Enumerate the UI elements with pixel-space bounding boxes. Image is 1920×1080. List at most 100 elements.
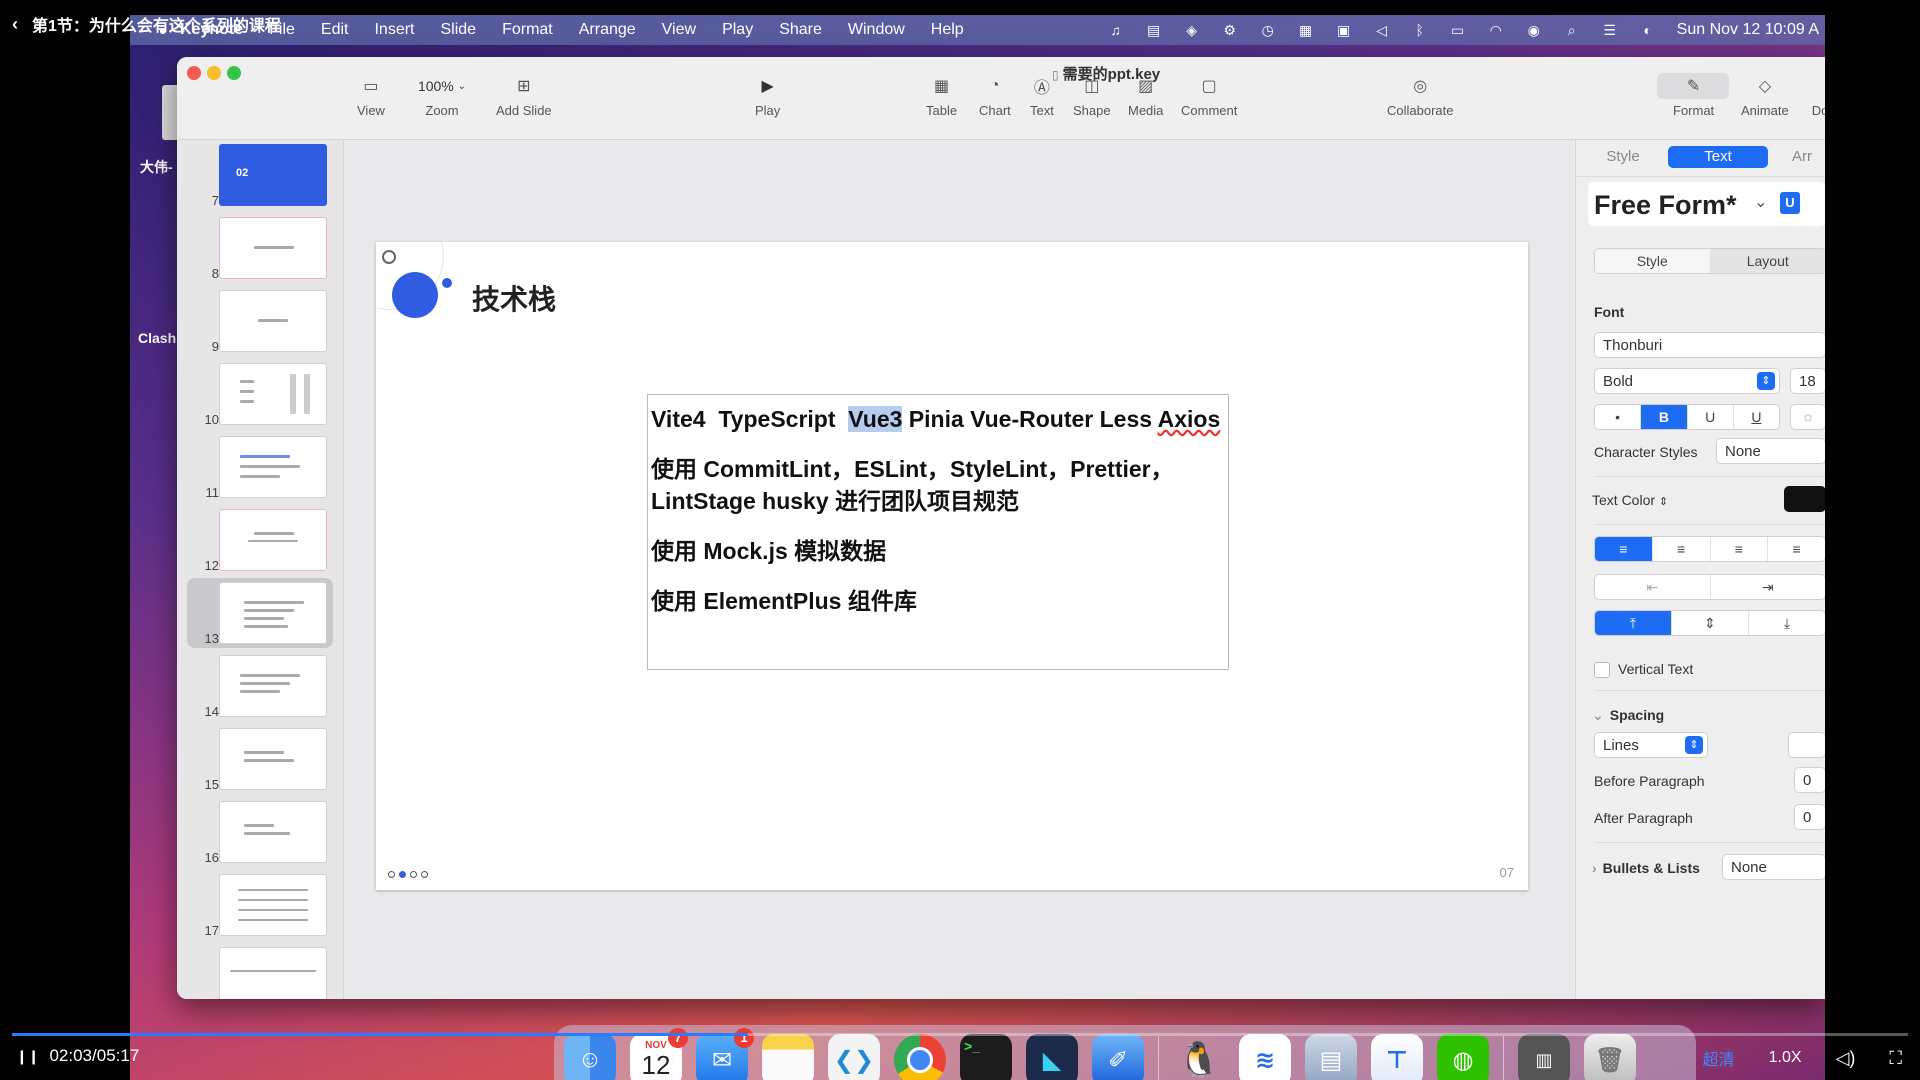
quality-button[interactable]: 超清 bbox=[1703, 1046, 1735, 1070]
slide-thumbnail-row[interactable]: 11 bbox=[177, 432, 343, 502]
clock-icon[interactable]: ◷ bbox=[1259, 22, 1277, 38]
menu-arrange[interactable]: Arrange bbox=[579, 21, 636, 39]
collaborate-button[interactable]: ◎ Collaborate bbox=[1387, 75, 1454, 118]
spacing-mode-select[interactable]: Lines ⇕ bbox=[1594, 732, 1708, 758]
update-style-button[interactable]: U bbox=[1780, 192, 1800, 214]
text-color-well[interactable] bbox=[1784, 486, 1825, 512]
slide-thumbnail-row[interactable]: 8 bbox=[177, 213, 343, 283]
menu-share[interactable]: Share bbox=[779, 21, 822, 39]
siri-icon[interactable]: ◐ bbox=[1639, 22, 1657, 38]
animate-button[interactable]: ◇ Animate bbox=[1741, 75, 1789, 118]
sidebar-icon[interactable]: ▤ bbox=[1145, 22, 1163, 38]
zoom-button[interactable]: 100% ⌄ Zoom bbox=[412, 75, 472, 118]
spellcheck-word[interactable]: Axios bbox=[1158, 406, 1221, 432]
fullscreen-icon[interactable]: ⛶ bbox=[1889, 1048, 1902, 1069]
shield-icon[interactable]: ◈ bbox=[1183, 22, 1201, 38]
slide-thumbnail[interactable] bbox=[219, 947, 327, 999]
view-button[interactable]: ▭ View bbox=[357, 75, 385, 118]
bullet-style-button[interactable]: • bbox=[1595, 405, 1642, 429]
slide-thumbnail[interactable] bbox=[219, 290, 327, 352]
format-button[interactable]: ✎ Format bbox=[1673, 75, 1714, 118]
close-button[interactable] bbox=[187, 66, 201, 80]
slide-thumbnail-row[interactable]: 17 bbox=[177, 870, 343, 940]
keyboard-icon[interactable]: ▦ bbox=[1297, 22, 1315, 38]
align-right-button[interactable]: ≡ bbox=[1711, 537, 1769, 561]
font-settings-gear[interactable]: ◌ bbox=[1790, 404, 1825, 430]
subtab-layout[interactable]: Layout bbox=[1710, 249, 1825, 273]
pause-icon[interactable]: ❙❙ bbox=[16, 1048, 39, 1065]
increase-indent-button[interactable]: ⇥ bbox=[1711, 575, 1826, 599]
font-weight-select[interactable]: Bold ⇕ bbox=[1594, 368, 1780, 394]
paragraph-style-selector[interactable]: Free Form* ⌄ U bbox=[1588, 182, 1825, 226]
bullets-section[interactable]: › Bullets & Lists bbox=[1592, 860, 1700, 876]
speed-button[interactable]: 1.0X bbox=[1769, 1049, 1802, 1067]
desktop-icon-label-clash[interactable]: Clash bbox=[138, 330, 176, 346]
search-icon[interactable]: ⌕ bbox=[1563, 22, 1581, 38]
battery-icon[interactable]: ▭ bbox=[1449, 22, 1467, 38]
menu-slide[interactable]: Slide bbox=[441, 21, 477, 39]
bold-button[interactable]: B bbox=[1641, 405, 1688, 429]
slide-text-box[interactable]: Vite4 TypeScript Vue3 Pinia Vue-Router L… bbox=[647, 394, 1229, 670]
slide-thumbnail-row[interactable]: 14 bbox=[177, 651, 343, 721]
align-top-button[interactable]: ⤒ bbox=[1595, 611, 1672, 635]
italic-button[interactable]: U bbox=[1688, 405, 1734, 429]
desktop-icon-label[interactable]: 大伟- bbox=[140, 157, 173, 177]
tab-arrange[interactable]: Arr bbox=[1782, 146, 1822, 168]
vertical-text-checkbox[interactable] bbox=[1594, 662, 1610, 678]
menu-window[interactable]: Window bbox=[848, 21, 905, 39]
menu-clock[interactable]: Sun Nov 12 10:09 A bbox=[1677, 21, 1819, 39]
slide-thumbnail[interactable] bbox=[219, 874, 327, 936]
slide-thumbnail[interactable] bbox=[219, 363, 327, 425]
slide-thumbnail-row-selected[interactable]: 13 bbox=[187, 578, 333, 648]
app-du-icon[interactable]: ▣ bbox=[1335, 22, 1353, 38]
video-progress-bar[interactable] bbox=[12, 1033, 1908, 1036]
menu-view[interactable]: View bbox=[662, 21, 696, 39]
spacing-section[interactable]: ⌄ Spacing bbox=[1592, 707, 1664, 724]
align-middle-button[interactable]: ⇕ bbox=[1672, 611, 1749, 635]
after-paragraph-field[interactable]: 0 bbox=[1794, 804, 1825, 830]
text-button[interactable]: Ⓐ Text bbox=[1030, 75, 1054, 118]
slide-thumbnail-row[interactable]: 15 bbox=[177, 724, 343, 794]
text-line-stack[interactable]: Vite4 TypeScript Vue3 Pinia Vue-Router L… bbox=[651, 403, 1225, 435]
chart-button[interactable]: ◔ Chart bbox=[979, 75, 1011, 118]
line-spacing-field[interactable] bbox=[1788, 732, 1825, 758]
volume-icon[interactable]: ◁ bbox=[1373, 22, 1391, 38]
comment-button[interactable]: ▢ Comment bbox=[1181, 75, 1237, 118]
play-button[interactable]: ▶ Play bbox=[755, 75, 780, 118]
slide-thumbnail-row[interactable]: 10 bbox=[177, 359, 343, 429]
text-line-elementplus[interactable]: 使用 ElementPlus 组件库 bbox=[651, 585, 1225, 617]
slide-title[interactable]: 技术栈 bbox=[472, 278, 556, 318]
bell-icon[interactable]: ♫ bbox=[1107, 22, 1125, 38]
slide-thumbnail[interactable] bbox=[219, 509, 327, 571]
slide-thumbnail-row[interactable]: 12 bbox=[177, 505, 343, 575]
chevron-left-icon[interactable]: ‹ bbox=[12, 14, 18, 35]
slide-thumbnail[interactable]: 02 bbox=[219, 144, 327, 206]
slide[interactable]: 技术栈 Vite4 TypeScript Vue3 Pinia Vue-Rout… bbox=[376, 242, 1528, 890]
align-center-button[interactable]: ≡ bbox=[1653, 537, 1711, 561]
user-icon[interactable]: ◉ bbox=[1525, 22, 1543, 38]
volume-icon[interactable]: ◁) bbox=[1836, 1048, 1856, 1069]
slide-thumbnail[interactable] bbox=[219, 801, 327, 863]
tab-text[interactable]: Text bbox=[1668, 146, 1768, 168]
font-family-select[interactable]: Thonburi bbox=[1594, 332, 1825, 358]
slide-thumbnail[interactable] bbox=[219, 728, 327, 790]
selected-text[interactable]: Vue3 bbox=[848, 406, 903, 432]
media-button[interactable]: ▨ Media bbox=[1128, 75, 1163, 118]
text-line-mock[interactable]: 使用 Mock.js 模拟数据 bbox=[651, 535, 1225, 567]
bluetooth-icon[interactable]: ᛒ bbox=[1411, 22, 1429, 38]
underline-button[interactable]: U bbox=[1734, 405, 1779, 429]
slide-thumbnail-row[interactable]: 18 bbox=[177, 943, 343, 999]
character-styles-select[interactable]: None bbox=[1716, 438, 1825, 464]
document-button[interactable]: Do bbox=[1809, 75, 1825, 118]
align-left-button[interactable]: ≡ bbox=[1595, 537, 1653, 561]
minimize-button[interactable] bbox=[207, 66, 221, 80]
slide-thumbnail-row[interactable]: 02 7 bbox=[177, 140, 343, 210]
bullets-select[interactable]: None bbox=[1722, 854, 1825, 880]
slide-thumbnail-row[interactable]: 9 bbox=[177, 286, 343, 356]
control-center-icon[interactable]: ☰ bbox=[1601, 22, 1619, 38]
decrease-indent-button[interactable]: ⇤ bbox=[1595, 575, 1711, 599]
slide-thumbnail[interactable] bbox=[219, 655, 327, 717]
tool-icon[interactable]: ⚙ bbox=[1221, 22, 1239, 38]
align-justify-button[interactable]: ≡ bbox=[1768, 537, 1825, 561]
text-line-lint[interactable]: 使用 CommitLint，ESLint，StyleLint，Prettier，… bbox=[651, 453, 1225, 517]
